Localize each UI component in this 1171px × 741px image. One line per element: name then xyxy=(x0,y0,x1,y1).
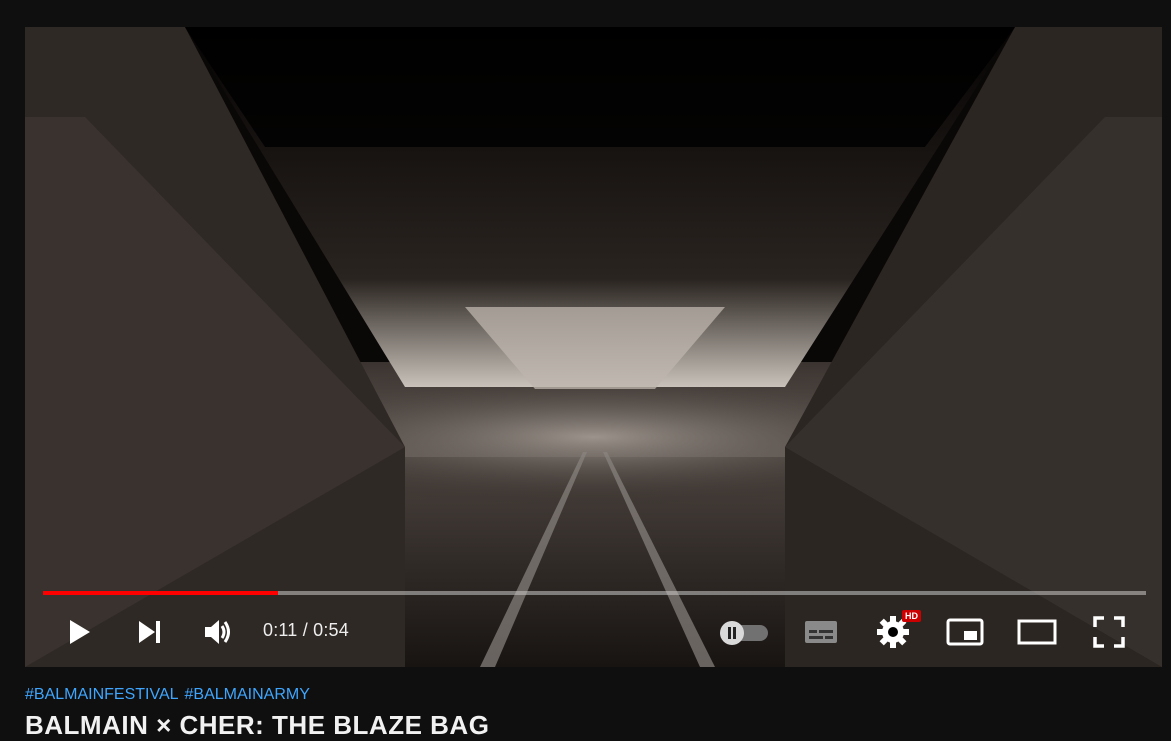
autoplay-toggle[interactable] xyxy=(715,612,771,652)
time-display: 0:11 / 0:54 xyxy=(263,620,349,641)
hd-badge: HD xyxy=(902,610,921,622)
hashtag-link[interactable]: #BALMAINFESTIVAL xyxy=(25,686,179,703)
duration: 0:54 xyxy=(313,620,349,640)
next-icon xyxy=(139,621,160,643)
miniplayer-button[interactable] xyxy=(943,612,987,652)
play-button[interactable] xyxy=(59,612,99,652)
autoplay-toggle-icon xyxy=(720,621,768,645)
video-title: BALMAIN × CHER: THE BLAZE BAG xyxy=(25,710,490,740)
subtitles-button[interactable] xyxy=(800,612,842,652)
theater-mode-button[interactable] xyxy=(1015,612,1059,652)
progress-played xyxy=(43,591,278,595)
volume-icon xyxy=(205,620,230,644)
progress-bar[interactable] xyxy=(43,591,1146,595)
play-icon xyxy=(70,620,90,644)
video-frame[interactable] xyxy=(25,27,1162,667)
fullscreen-button[interactable] xyxy=(1087,612,1131,652)
video-player[interactable]: 0:11 / 0:54 HD xyxy=(25,27,1162,667)
theater-mode-icon xyxy=(1017,619,1057,645)
fullscreen-icon xyxy=(1093,616,1125,648)
current-time: 0:11 xyxy=(263,620,298,640)
subtitles-icon xyxy=(805,621,837,643)
volume-button[interactable] xyxy=(198,612,238,652)
hashtag-link[interactable]: #BALMAINARMY xyxy=(185,686,310,703)
next-button[interactable] xyxy=(129,612,169,652)
time-separator: / xyxy=(297,620,314,640)
hashtag-list: #BALMAINFESTIVAL #BALMAINARMY xyxy=(25,686,316,704)
miniplayer-icon xyxy=(946,618,984,646)
